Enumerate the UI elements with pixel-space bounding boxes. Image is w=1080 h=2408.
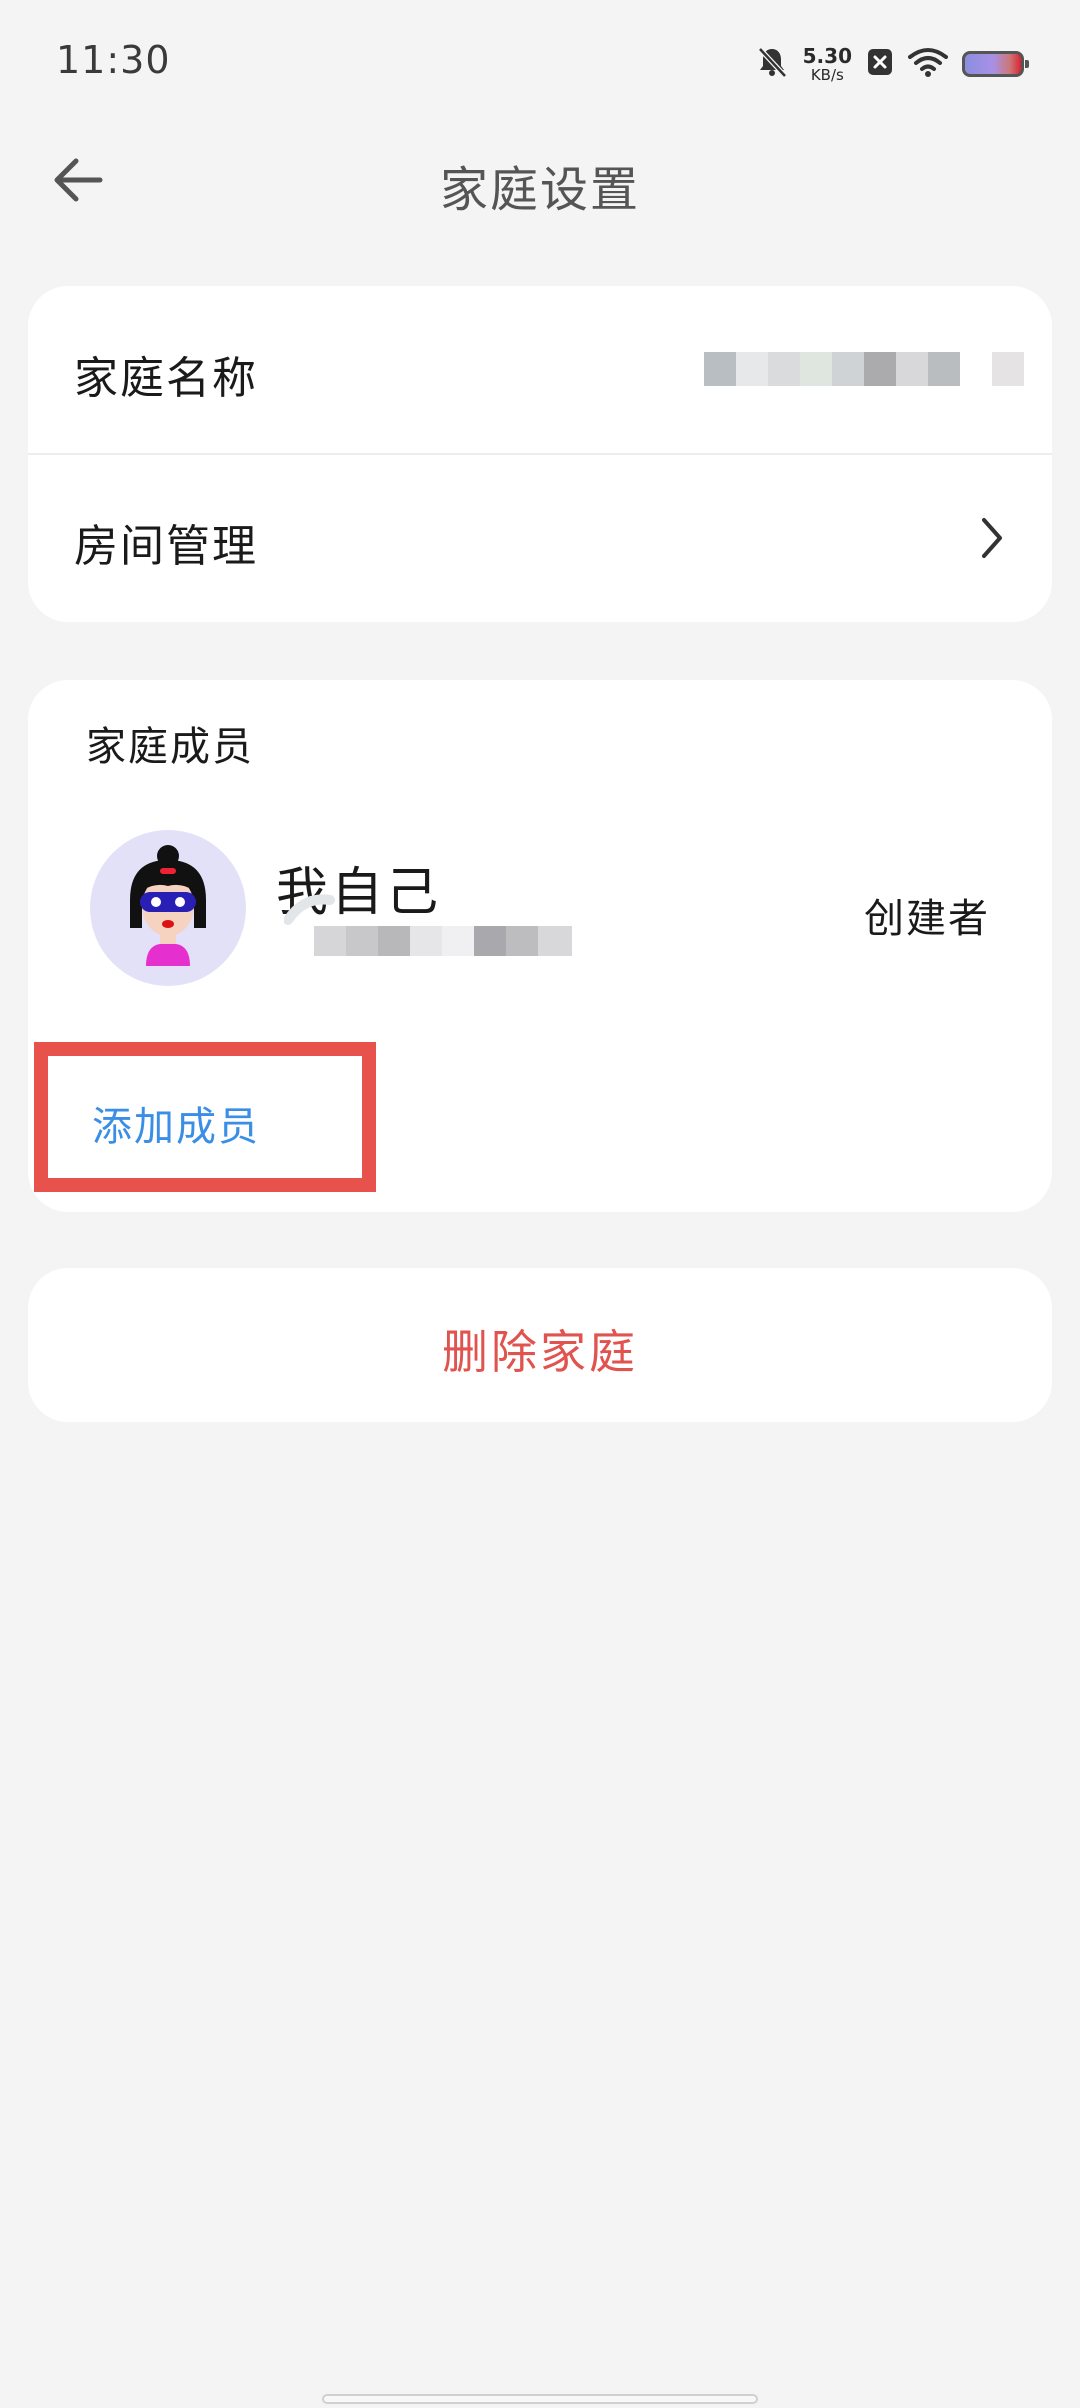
network-speed-value: 5.30 (802, 43, 852, 68)
network-speed: 5.30 KB/s (803, 46, 852, 83)
family-name-label: 家庭名称 (74, 353, 258, 404)
wifi-icon (908, 47, 948, 81)
add-member-button[interactable]: 添加成员 (34, 1042, 376, 1192)
status-time: 11:30 (56, 38, 171, 82)
delete-family-label: 删除家庭 (442, 1325, 638, 1379)
page-title: 家庭设置 (439, 162, 640, 218)
family-info-card: 家庭名称 房间管理 (28, 286, 1052, 622)
status-bar: 11:30 5.30 KB/s (0, 0, 1080, 120)
header: 家庭设置 (0, 120, 1080, 240)
status-icons: 5.30 KB/s (755, 42, 1029, 86)
member-role: 创建者 (864, 896, 990, 942)
delete-family-button[interactable]: 删除家庭 (28, 1268, 1052, 1422)
chevron-right-icon (982, 518, 1002, 558)
avatar (90, 830, 246, 986)
home-indicator[interactable] (322, 2394, 758, 2404)
family-members-card: 家庭成员 我自己 创建者 添加成员 (28, 680, 1052, 1212)
member-item[interactable]: 我自己 创建者 (28, 820, 1052, 1000)
network-speed-unit: KB/s (810, 65, 844, 84)
members-section-title: 家庭成员 (86, 724, 254, 770)
room-management-label: 房间管理 (74, 521, 258, 572)
family-name-row[interactable]: 家庭名称 (28, 286, 1052, 455)
mute-bell-icon (755, 45, 789, 83)
room-management-row[interactable]: 房间管理 (28, 454, 1052, 622)
family-name-value-blurred (704, 352, 1052, 386)
close-box-icon (866, 47, 894, 81)
member-id-blurred (314, 926, 572, 956)
decorative-wave-icon (284, 894, 335, 925)
battery-icon (962, 51, 1029, 77)
add-member-label: 添加成员 (92, 1104, 260, 1150)
